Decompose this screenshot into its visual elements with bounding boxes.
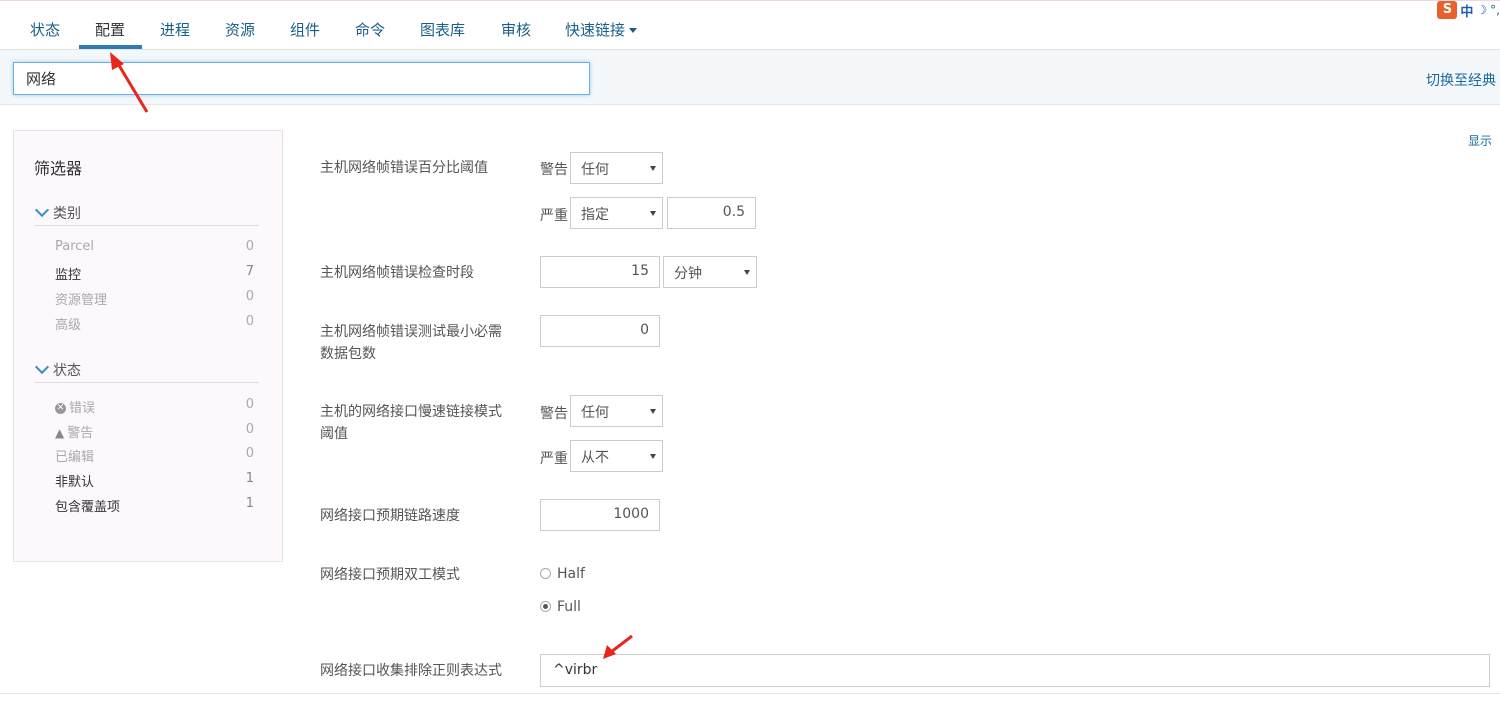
chevron-down-icon bbox=[34, 202, 50, 218]
setting-label-frame-error-pct: 主机网络帧错误百分比阈值 bbox=[320, 160, 488, 176]
tab-commands[interactable]: 命令 bbox=[355, 19, 385, 40]
filter-item-count: 1 bbox=[245, 471, 254, 486]
window-unit-select[interactable]: 分钟 bbox=[663, 256, 757, 288]
tab-resources[interactable]: 资源 bbox=[225, 19, 255, 40]
error-icon: ✕ bbox=[55, 403, 66, 414]
caret-down-icon bbox=[629, 28, 638, 33]
filter-item-count: 0 bbox=[245, 422, 254, 437]
tab-components[interactable]: 组件 bbox=[290, 19, 320, 40]
label-line: 数据包数 bbox=[320, 346, 376, 362]
filter-item-warning[interactable]: ▲ 警告 0 bbox=[55, 422, 260, 441]
link-speed-input[interactable]: 1000 bbox=[540, 499, 660, 531]
filter-item-resource-mgmt[interactable]: 资源管理 0 bbox=[55, 289, 260, 308]
ime-toolbar[interactable]: S 中 ☽ °, bbox=[1437, 1, 1500, 20]
filter-item-parcel[interactable]: Parcel 0 bbox=[55, 239, 260, 254]
punctuation-icon: °, bbox=[1490, 3, 1500, 17]
radio-off-icon bbox=[540, 567, 551, 579]
setting-label-frame-error-window: 主机网络帧错误检查时段 bbox=[320, 265, 474, 281]
duplex-full-radio[interactable]: Full bbox=[540, 599, 581, 615]
tab-chart-library[interactable]: 图表库 bbox=[420, 19, 465, 40]
warn-threshold-select[interactable]: 任何 bbox=[570, 152, 663, 184]
filter-item-has-overrides[interactable]: 包含覆盖项 1 bbox=[55, 496, 260, 515]
filter-item-label: 非默认 bbox=[55, 475, 95, 490]
filter-item-count: 0 bbox=[245, 314, 254, 329]
setting-label-slow-link: 主机的网络接口慢速链接模式 阈值 bbox=[320, 401, 502, 445]
filter-panel: 筛选器 类别 Parcel 0 监控 7 资源管理 0 高级 0 状态 ✕ 错误 0 ▲ 警告… bbox=[13, 130, 283, 562]
filter-item-label: 包含覆盖项 bbox=[55, 500, 121, 515]
setting-label-exclude-regex: 网络接口收集排除正则表达式 bbox=[320, 663, 502, 679]
min-packets-input[interactable]: 0 bbox=[540, 315, 660, 347]
crit-threshold-select[interactable]: 指定 bbox=[570, 197, 663, 229]
filter-item-count: 1 bbox=[245, 496, 254, 511]
duplex-half-radio[interactable]: Half bbox=[540, 566, 585, 582]
chevron-down-icon bbox=[34, 359, 50, 375]
moon-icon: ☽ bbox=[1476, 3, 1488, 17]
filter-item-error[interactable]: ✕ 错误 0 bbox=[55, 397, 260, 416]
setting-label-duplex: 网络接口预期双工模式 bbox=[320, 567, 460, 583]
tab-audit[interactable]: 审核 bbox=[501, 19, 531, 40]
search-bar: 切换至经典 bbox=[0, 50, 1500, 105]
switch-classic-link[interactable]: 切换至经典 bbox=[1426, 70, 1496, 90]
filter-item-label: 已编辑 bbox=[55, 450, 95, 465]
warning-icon: ▲ bbox=[55, 426, 65, 440]
category-heading: 类别 bbox=[53, 206, 81, 222]
tab-configuration[interactable]: 配置 bbox=[95, 19, 125, 40]
footer-divider bbox=[0, 693, 1500, 694]
filter-item-label: 高级 bbox=[55, 318, 82, 333]
top-nav: 状态 配置 进程 资源 组件 命令 图表库 审核 快速链接 S 中 ☽ °, bbox=[0, 0, 1500, 50]
filter-item-count: 0 bbox=[245, 289, 254, 304]
ime-mode-label: 中 bbox=[1460, 4, 1474, 20]
filter-item-monitoring[interactable]: 监控 7 bbox=[55, 264, 260, 283]
status-section-header[interactable]: 状态 bbox=[34, 359, 259, 383]
filter-item-label: Parcel bbox=[55, 239, 95, 254]
setting-label-link-speed: 网络接口预期链路速度 bbox=[320, 508, 460, 524]
exclude-regex-input[interactable]: ^virbr bbox=[540, 654, 1490, 687]
radio-label: Half bbox=[557, 566, 585, 582]
status-heading: 状态 bbox=[53, 363, 81, 379]
filter-item-count: 0 bbox=[245, 239, 254, 254]
filter-item-count: 0 bbox=[245, 446, 254, 461]
radio-label: Full bbox=[557, 599, 581, 615]
label-line: 阈值 bbox=[320, 426, 348, 442]
crit-label: 严重 bbox=[540, 208, 568, 224]
filter-item-label: 警告 bbox=[67, 426, 94, 441]
search-input[interactable] bbox=[13, 62, 590, 95]
filter-item-label: 资源管理 bbox=[55, 293, 108, 308]
tab-status[interactable]: 状态 bbox=[30, 19, 60, 40]
active-tab-indicator bbox=[79, 45, 142, 49]
tab-quick-links[interactable]: 快速链接 bbox=[565, 19, 638, 40]
quick-links-label: 快速链接 bbox=[565, 21, 626, 39]
tab-processes[interactable]: 进程 bbox=[160, 19, 190, 40]
filter-item-non-default[interactable]: 非默认 1 bbox=[55, 471, 260, 490]
label-line: 主机网络帧错误测试最小必需 bbox=[320, 324, 502, 340]
slow-link-crit-select[interactable]: 从不 bbox=[570, 440, 663, 472]
crit-label: 严重 bbox=[540, 451, 568, 467]
radio-on-icon bbox=[540, 600, 551, 612]
setting-label-min-packets: 主机网络帧错误测试最小必需 数据包数 bbox=[320, 321, 502, 365]
display-link[interactable]: 显示 bbox=[1468, 132, 1492, 149]
filter-item-label: 错误 bbox=[69, 401, 96, 416]
window-value-input[interactable]: 15 bbox=[540, 256, 660, 288]
sogou-logo-icon: S bbox=[1437, 1, 1458, 19]
label-line: 主机的网络接口慢速链接模式 bbox=[320, 404, 502, 420]
warn-label: 警告 bbox=[540, 406, 568, 422]
category-section-header[interactable]: 类别 bbox=[34, 202, 259, 226]
crit-threshold-value-input[interactable]: 0.5 bbox=[667, 197, 756, 229]
filter-item-count: 7 bbox=[245, 264, 254, 279]
filter-item-edited[interactable]: 已编辑 0 bbox=[55, 446, 260, 465]
warn-label: 警告 bbox=[540, 162, 568, 178]
filter-item-count: 0 bbox=[245, 397, 254, 412]
filter-item-advanced[interactable]: 高级 0 bbox=[55, 314, 260, 333]
filter-item-label: 监控 bbox=[55, 268, 82, 283]
filter-title: 筛选器 bbox=[34, 159, 83, 178]
slow-link-warn-select[interactable]: 任何 bbox=[570, 395, 663, 427]
